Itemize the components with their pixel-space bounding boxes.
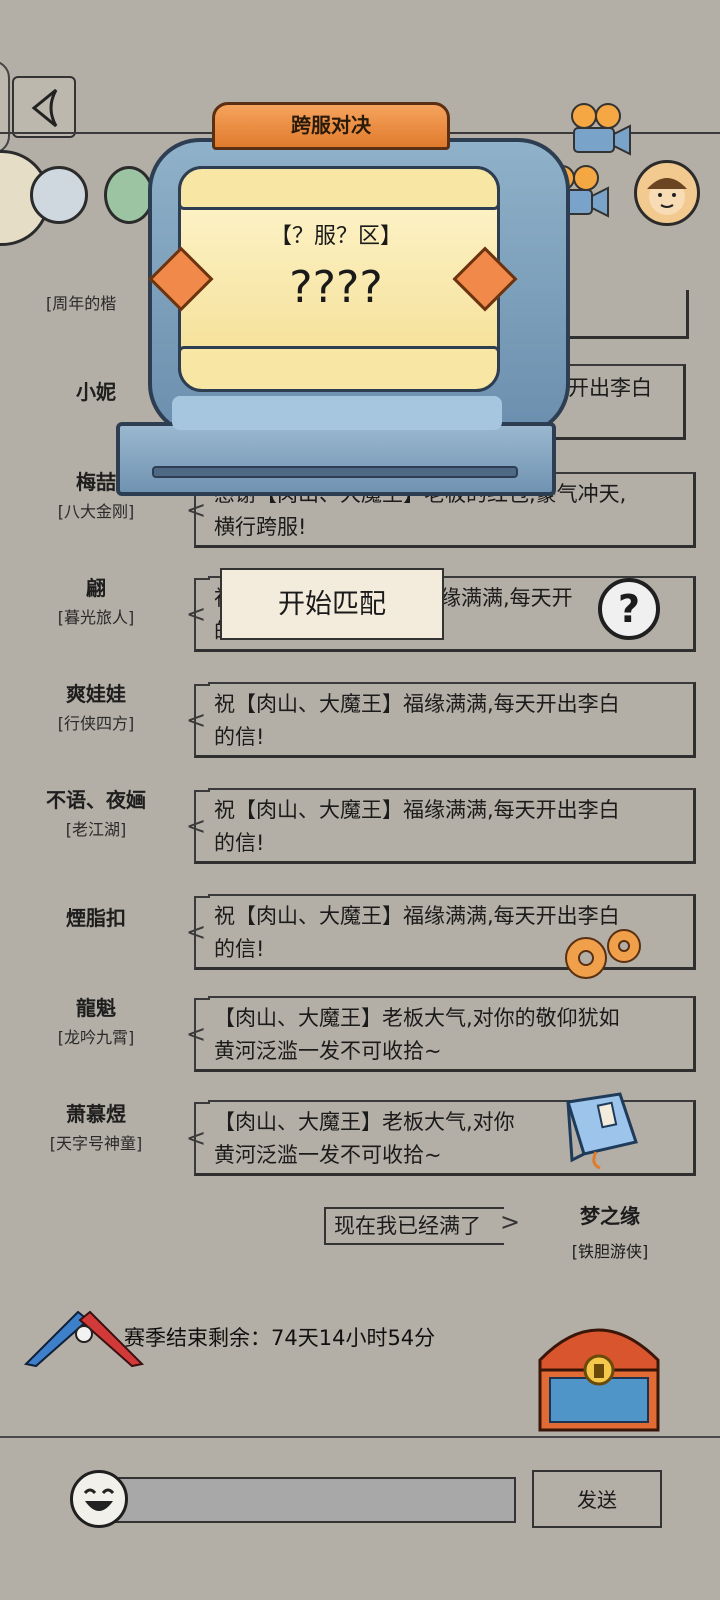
chat-sender-name: 不语、夜婳 [46, 788, 146, 812]
back-arrow-icon [31, 88, 58, 128]
chat-message-line: 缘满满,每天开 [440, 586, 573, 610]
laughing-face [83, 1488, 115, 1511]
gears-icon[interactable] [556, 922, 652, 986]
duel-panel-strip [172, 396, 502, 430]
chat-input[interactable] [114, 1477, 516, 1523]
my-chat-bubble: 现在我已经满了 [324, 1207, 504, 1245]
chat-message-line: 的信! [214, 725, 265, 749]
chat-message-line: 黄河泛滥一发不可收拾~ [214, 1039, 442, 1063]
chat-message-line: 祝【肉山、大魔王】福缘满满,每天开出李白 [214, 798, 620, 822]
season-countdown: 赛季结束剩余：74天14小时54分 [124, 1326, 436, 1350]
chat-message-line: 祝【肉山、大魔王】福缘满满,每天开出李白 [214, 692, 620, 716]
treasure-chest-icon[interactable] [528, 1300, 670, 1440]
bubble-caret: < [186, 600, 207, 628]
bubble-caret: < [186, 706, 207, 734]
bubble-caret: < [186, 812, 207, 840]
duel-scroll-top [178, 166, 500, 210]
chat-sender-title: [八大金刚] [57, 502, 135, 521]
player-avatar[interactable] [30, 166, 88, 224]
chat-sender-title: [龙吟九霄] [57, 1028, 135, 1047]
chat-bubble: < 【肉山、大魔王】老板大气,对你的敬仰犹如 黄河泛滥一发不可收拾~ [186, 996, 696, 1072]
emoji-icon[interactable] [70, 1470, 128, 1528]
user-avatar[interactable] [634, 160, 700, 226]
chat-message-line: 横行跨服! [214, 515, 307, 539]
chat-sender-name: 龍魁 [76, 996, 116, 1020]
chat-sender-name: 萧慕煜 [66, 1102, 126, 1126]
opponent-server: 【？服？区】 [269, 224, 402, 249]
video-camera-icon[interactable] [562, 100, 632, 160]
bubble-caret: < [186, 1020, 207, 1048]
my-name: 梦之缘 [580, 1204, 640, 1228]
bubble-caret: < [186, 496, 207, 524]
duel-title: 跨服对决 [212, 102, 450, 150]
divider [0, 1436, 720, 1438]
chat-sender-name: 煙脂扣 [66, 906, 126, 930]
chat-sender-title: [老江湖] [65, 820, 127, 839]
chat-message-line: 【肉山、大魔王】老板大气,对你的敬仰犹如 [214, 1006, 620, 1030]
my-title: [铁胆游侠] [571, 1242, 649, 1261]
bubble-caret: > [500, 1208, 521, 1236]
start-match-button[interactable]: 开始匹配 [220, 568, 444, 640]
chat-sender-name: 爽娃娃 [66, 682, 126, 706]
opponent-name: ???? [289, 262, 383, 313]
back-button[interactable] [12, 76, 76, 138]
chat-bubble: < 祝【肉山、大魔王】福缘满满,每天开出李白 的信! [186, 682, 696, 758]
chat-sender-title: [暮光旅人] [57, 608, 135, 627]
help-icon[interactable]: ? [598, 578, 660, 640]
send-button[interactable]: 发送 [532, 1470, 662, 1528]
chat-message-line: 的信! [214, 831, 265, 855]
duel-scroll-bottom [178, 346, 500, 392]
avatar-face [647, 178, 687, 215]
chat-sender-name: 翩 [86, 576, 106, 600]
duel-panel-base [116, 422, 556, 496]
bubble-caret: < [186, 1124, 207, 1152]
book-icon[interactable] [560, 1088, 644, 1172]
duel-panel-slot [152, 466, 518, 478]
chat-sender-title: [天字号神童] [49, 1134, 143, 1153]
bubble-caret: < [186, 918, 207, 946]
side-tab[interactable] [0, 60, 10, 154]
player-avatar[interactable] [104, 166, 154, 224]
chat-bubble: < 祝【肉山、大魔王】福缘满满,每天开出李白 的信! [186, 788, 696, 864]
chat-sender-title: [行侠四方] [57, 714, 135, 733]
